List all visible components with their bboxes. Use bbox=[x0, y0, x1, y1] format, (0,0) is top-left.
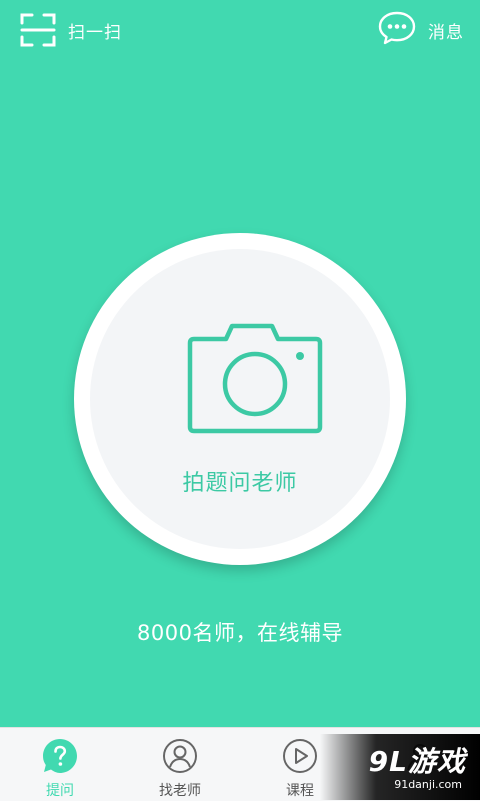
scan-label: 扫一扫 bbox=[68, 22, 122, 43]
tab-ask[interactable]: 提问 bbox=[0, 728, 120, 801]
tagline: 8000名师，在线辅导 bbox=[137, 621, 343, 645]
messages-label: 消息 bbox=[428, 22, 464, 43]
scan-button[interactable]: 扫一扫 bbox=[20, 12, 122, 48]
teacher-icon bbox=[162, 738, 198, 778]
chat-bubble-icon bbox=[378, 11, 416, 49]
tab-find-teacher[interactable]: 找老师 bbox=[120, 728, 240, 801]
tab-find-teacher-label: 找老师 bbox=[159, 783, 201, 799]
photo-question-label: 拍题问老师 bbox=[182, 471, 298, 496]
play-icon bbox=[282, 738, 318, 778]
top-bar: 扫一扫 消息 bbox=[0, 0, 480, 60]
scan-icon bbox=[20, 12, 56, 48]
tab-ask-label: 提问 bbox=[46, 783, 74, 799]
camera-icon bbox=[186, 321, 324, 439]
watermark-logo: 9L游戏 bbox=[368, 745, 466, 778]
photo-question-inner: 拍题问老师 bbox=[90, 249, 390, 549]
messages-button[interactable]: 消息 bbox=[378, 11, 464, 49]
site-watermark: 9L游戏 91danji.com bbox=[320, 734, 480, 800]
watermark-url: 91danji.com bbox=[394, 778, 462, 791]
question-bubble-icon bbox=[42, 738, 78, 778]
photo-question-button[interactable]: 拍题问老师 bbox=[74, 233, 406, 565]
